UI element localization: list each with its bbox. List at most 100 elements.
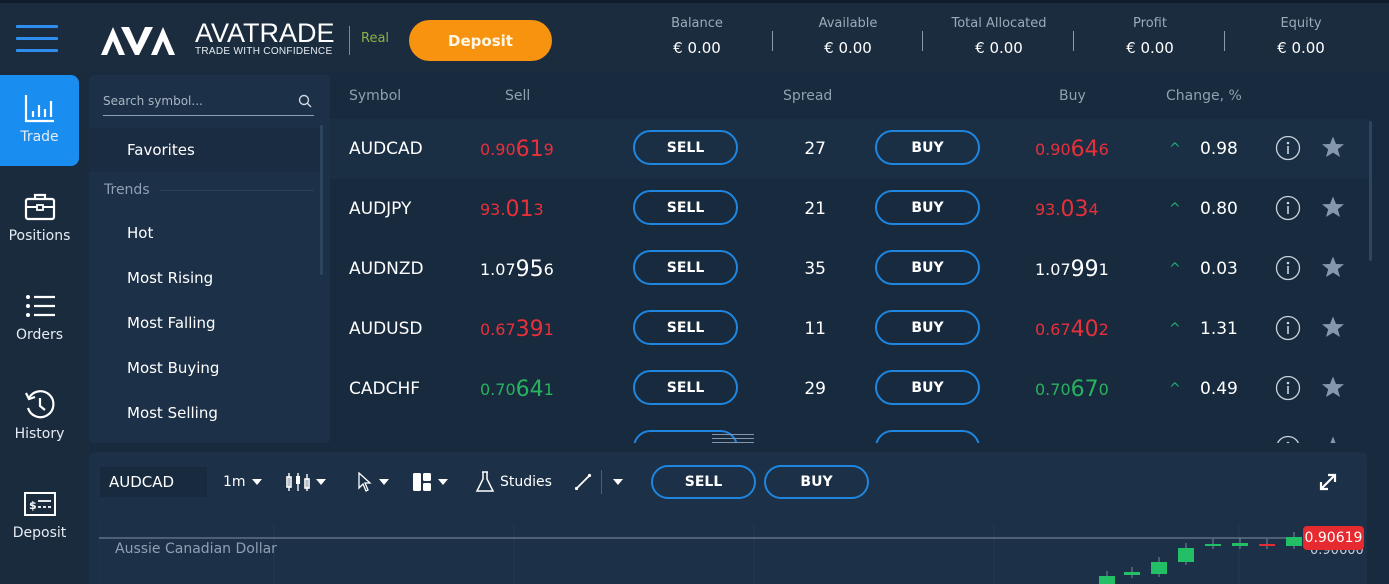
stat-label: Total Allocated: [951, 16, 1047, 31]
section-divider: [159, 189, 314, 191]
table-row[interactable]: AUDNZD 1.07 95 6 SELL 35 BUY 1.07 99 1 ^ 0.03: [330, 239, 1370, 299]
bar-chart-icon: [24, 95, 54, 123]
menu-hamburger-icon[interactable]: [16, 25, 58, 55]
favorite-star-icon[interactable]: [1321, 375, 1345, 399]
candle-body: [1178, 548, 1194, 562]
category-item[interactable]: Most Selling: [127, 404, 218, 422]
row-symbol: AUDUSD: [349, 319, 423, 339]
price-chart[interactable]: [99, 524, 1367, 584]
category-item[interactable]: Hot: [127, 224, 153, 242]
category-item[interactable]: Most Rising: [127, 269, 213, 287]
favorite-star-icon[interactable]: [1321, 315, 1345, 339]
table-row[interactable]: AUDCAD 0.90 61 9 SELL 27 BUY 0.90 64 6 ^ 0.98: [330, 119, 1370, 179]
table-row[interactable]: CADCHF 0.70 64 1 SELL 29 BUY 0.70 67 0 ^ 0.49: [330, 359, 1370, 419]
category-scrollbar[interactable]: [320, 125, 323, 275]
info-icon[interactable]: [1275, 135, 1301, 161]
fullscreen-expand-icon[interactable]: [1317, 471, 1339, 493]
deposit-icon: $: [23, 492, 56, 516]
price-prefix: 0.90: [1035, 139, 1071, 159]
panel-resize-handle[interactable]: [712, 434, 754, 446]
nav-item-deposit[interactable]: $ Deposit: [0, 471, 79, 562]
header-symbol[interactable]: Symbol: [349, 88, 401, 104]
favorite-star-icon[interactable]: [1321, 195, 1345, 219]
left-navigation: Trade Positions Orders History $ Deposit: [0, 71, 89, 584]
price-suffix: 9: [543, 139, 554, 159]
stat-label: Available: [818, 16, 878, 31]
info-icon[interactable]: [1275, 375, 1301, 401]
header-spread[interactable]: Spread: [783, 88, 832, 104]
row-sell-price: 0.90 61 9: [480, 119, 554, 179]
layout-dropdown[interactable]: [412, 467, 448, 497]
stat-value: € 0.00: [1126, 39, 1174, 57]
info-icon[interactable]: [1275, 255, 1301, 281]
top-header: AVATRADE TRADE WITH CONFIDENCE Real Depo…: [0, 3, 1389, 71]
info-icon[interactable]: [1275, 315, 1301, 341]
row-change: 0.49: [1200, 379, 1238, 399]
cursor-tool-dropdown[interactable]: [357, 467, 389, 497]
info-icon[interactable]: [1275, 195, 1301, 221]
nav-item-history[interactable]: History: [0, 372, 79, 463]
category-item[interactable]: Most Buying: [127, 359, 219, 377]
chart-panel: 1m Studies SELL B: [89, 452, 1367, 584]
info-icon[interactable]: [1275, 435, 1301, 443]
stat-divider: [922, 31, 923, 51]
row-symbol: AUDCAD: [349, 139, 423, 159]
logo-divider: [349, 26, 350, 55]
row-spread: 21: [804, 199, 826, 219]
studies-button[interactable]: Studies: [475, 467, 552, 497]
row-buy-button[interactable]: BUY: [875, 190, 980, 225]
caret-down-icon: [613, 479, 623, 485]
drawing-tool-button[interactable]: [574, 467, 592, 497]
row-sell-button[interactable]: SELL: [633, 310, 738, 345]
table-scrollbar[interactable]: [1369, 121, 1372, 261]
favorite-star-icon[interactable]: [1321, 435, 1345, 443]
price-suffix: 6: [543, 259, 554, 279]
category-item[interactable]: Most Falling: [127, 314, 216, 332]
toolbar-divider: [601, 470, 602, 494]
caret-down-icon: [438, 479, 448, 485]
price-prefix: 0.67: [1035, 319, 1071, 339]
row-spread: 11: [804, 319, 826, 339]
account-mode-label: Real: [361, 31, 390, 46]
table-row-partial[interactable]: [330, 419, 1370, 443]
price-suffix: 4: [1088, 199, 1099, 219]
chart-symbol-input[interactable]: [100, 467, 207, 497]
drawing-tool-dropdown[interactable]: [607, 467, 623, 497]
nav-item-orders[interactable]: Orders: [0, 273, 79, 364]
favorite-star-icon[interactable]: [1321, 255, 1345, 279]
nav-item-positions[interactable]: Positions: [0, 174, 79, 265]
timeframe-dropdown[interactable]: 1m: [223, 467, 262, 497]
row-buy-button[interactable]: BUY: [875, 310, 980, 345]
row-sell-button[interactable]: SELL: [633, 130, 738, 165]
header-sell[interactable]: Sell: [505, 88, 530, 104]
table-rows: AUDCAD 0.90 61 9 SELL 27 BUY 0.90 64 6 ^ 0.98 AUDJPY…: [330, 119, 1370, 443]
row-buy-button[interactable]: BUY: [875, 130, 980, 165]
stat-divider: [1073, 31, 1074, 51]
chart-type-dropdown[interactable]: [286, 467, 326, 497]
category-favorites[interactable]: Favorites: [89, 128, 321, 172]
candle-body: [1099, 576, 1115, 584]
change-up-arrow-icon: ^: [1169, 201, 1181, 217]
nav-item-trade[interactable]: Trade: [0, 75, 79, 166]
chart-buy-button[interactable]: BUY: [764, 465, 869, 499]
chart-sell-button[interactable]: SELL: [651, 465, 756, 499]
search-icon[interactable]: [298, 94, 312, 108]
price-pips: 64: [515, 376, 544, 402]
deposit-button[interactable]: Deposit: [409, 20, 552, 61]
favorite-star-icon[interactable]: [1321, 135, 1345, 159]
row-sell-button[interactable]: SELL: [633, 250, 738, 285]
symbol-search-input[interactable]: [103, 89, 288, 113]
row-sell-button[interactable]: SELL: [633, 190, 738, 225]
change-up-arrow-icon: ^: [1169, 381, 1181, 397]
row-buy-button[interactable]: BUY: [875, 370, 980, 405]
table-row[interactable]: AUDJPY 93. 01 3 SELL 21 BUY 93. 03 4 ^ 0.80: [330, 179, 1370, 239]
brand-tagline: TRADE WITH CONFIDENCE: [195, 45, 333, 57]
row-buy-button[interactable]: [875, 430, 980, 443]
row-buy-button[interactable]: BUY: [875, 250, 980, 285]
header-change[interactable]: Change, %: [1166, 88, 1242, 104]
header-buy[interactable]: Buy: [1059, 88, 1086, 104]
table-row[interactable]: AUDUSD 0.67 39 1 SELL 11 BUY 0.67 40 2 ^ 1.31: [330, 299, 1370, 359]
row-change: 0.98: [1200, 139, 1238, 159]
row-sell-button[interactable]: SELL: [633, 370, 738, 405]
price-suffix: 1: [1098, 259, 1109, 279]
